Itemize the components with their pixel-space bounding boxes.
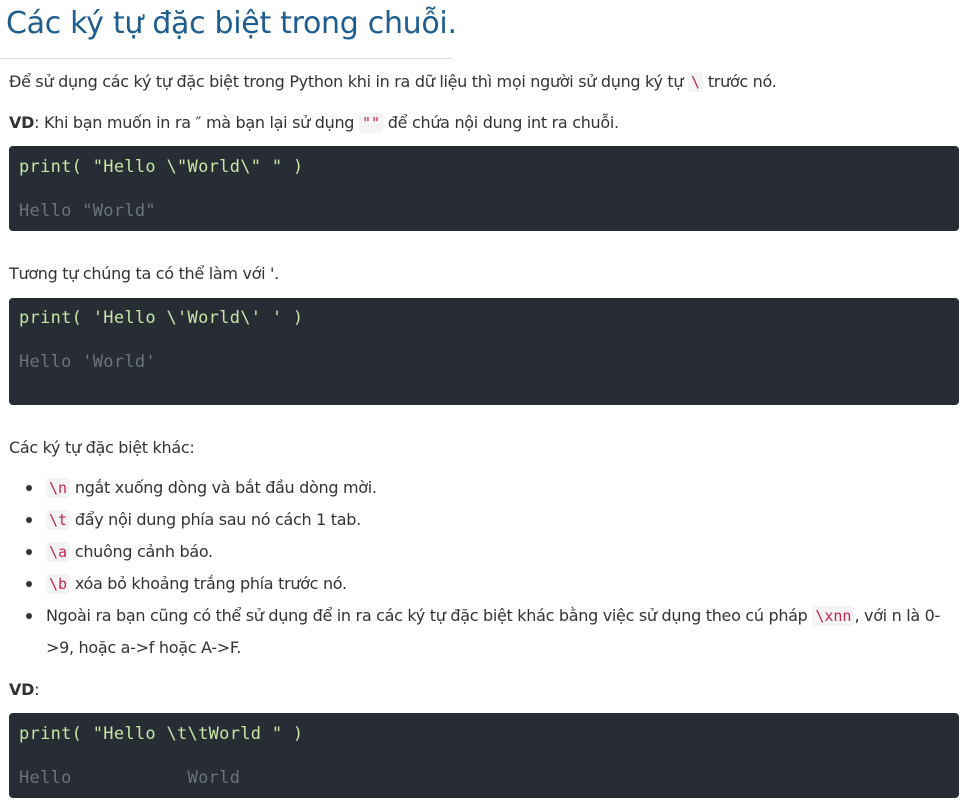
escape-desc: xóa bỏ khoảng trắng phía trước nó. (70, 574, 347, 593)
example-paragraph-1: VD: Khi bạn muốn in ra ″ mà bạn lại sử d… (9, 111, 619, 135)
vd-colon: : (34, 680, 40, 699)
code-block-3: print( "Hello \t\tWorld " ) Hello World (9, 713, 959, 798)
others-heading: Các ký tự đặc biệt khác: (9, 438, 195, 457)
code-block-2: print( 'Hello \'World\' ' ) Hello 'World… (9, 298, 959, 405)
escape-code: \b (46, 574, 71, 594)
vd-label: VD (9, 680, 35, 699)
intro-text-end: trước nó. (703, 72, 777, 91)
escape-code: \a (46, 542, 71, 562)
vd-label: VD (9, 113, 35, 132)
escape-code: \n (46, 478, 71, 498)
section-title: Các ký tự đặc biệt trong chuỗi. (6, 6, 457, 41)
escape-desc: đẩy nội dung phía sau nó cách 1 tab. (70, 510, 361, 529)
escape-desc: chuông cảnh báo. (70, 542, 213, 561)
list-item: \t đẩy nội dung phía sau nó cách 1 tab. (26, 504, 946, 536)
escape-list: \n ngắt xuống dòng và bắt đầu dòng mời. … (26, 472, 946, 664)
example-paragraph-2: VD: (9, 678, 39, 702)
example-text: : Khi bạn muốn in ra ″ mà bạn lại sử dụn… (34, 113, 359, 132)
code-line: print( "Hello \t\tWorld " ) (19, 724, 304, 744)
similar-paragraph: Tương tự chúng ta có thể làm với '. (9, 264, 279, 283)
backslash-code: \ (688, 72, 704, 92)
list-item: \n ngắt xuống dòng và bắt đầu dòng mời. (26, 472, 946, 504)
list-item: \b xóa bỏ khoảng trắng phía trước nó. (26, 568, 946, 600)
intro-text: Để sử dụng các ký tự đặc biệt trong Pyth… (9, 72, 688, 91)
intro-paragraph: Để sử dụng các ký tự đặc biệt trong Pyth… (9, 70, 777, 94)
code-line: print( 'Hello \'World\' ' ) (19, 308, 304, 328)
list-item: \a chuông cảnh báo. (26, 536, 946, 568)
example-text-end: để chứa nội dung int ra chuỗi. (383, 113, 619, 132)
code-output: Hello World (19, 768, 241, 788)
escape-desc: ngắt xuống dòng và bắt đầu dòng mời. (70, 478, 377, 497)
escape-code: \t (46, 510, 71, 530)
list-item: Ngoài ra bạn cũng có thể sử dụng để in r… (26, 600, 946, 664)
code-block-1: print( "Hello \"World\" " ) Hello "World… (9, 146, 959, 231)
code-output: Hello "World" (19, 201, 156, 221)
code-line: print( "Hello \"World\" " ) (19, 157, 304, 177)
double-quotes-code: "" (358, 113, 384, 133)
hex-code: \xnn (812, 606, 855, 626)
hex-text: Ngoài ra bạn cũng có thể sử dụng để in r… (46, 606, 813, 625)
title-divider (0, 58, 452, 59)
code-output: Hello 'World' (19, 352, 156, 372)
